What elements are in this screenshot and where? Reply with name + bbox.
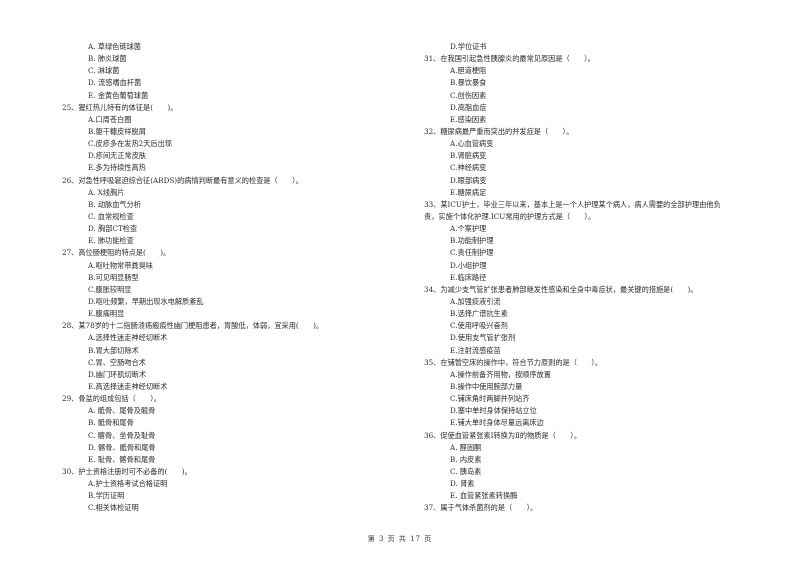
answer-option: A.个案护理 bbox=[450, 224, 487, 234]
answer-option: D.疹间无正常皮肤 bbox=[88, 151, 147, 161]
question-text: 36、促使血管紧张素Ⅰ转换为Ⅱ的物质是（ ）。 bbox=[424, 430, 582, 440]
question-text: 33、某ICU护士，毕业三年以来，基本上是一个人护理某个病人，病人需要的全部护理… bbox=[424, 199, 721, 209]
right-column: D.学位证书 31、在我国引起急性胰腺炎的最常见原因是（ ）。 A.胆道梗阻 B.暴饮… bbox=[424, 41, 774, 514]
answer-option: A.护士资格考试合格证明 bbox=[88, 479, 168, 489]
answer-option: A.操作前备齐用物，按顺序放置 bbox=[450, 369, 551, 379]
question-text: 28、某78岁的十二指肠溃疡瘢痕性幽门梗阻患者，胃酸低，体弱，宜采用( )。 bbox=[62, 321, 324, 331]
answer-option: D. 胸部CT检查 bbox=[88, 224, 138, 234]
answer-option: E. 耻骨、髂骨和尾骨 bbox=[88, 454, 156, 464]
answer-option: E.腹痛明显 bbox=[88, 309, 125, 319]
page-footer: 第 3 页 共 17 页 bbox=[367, 535, 433, 543]
answer-option: D.高脂血症 bbox=[450, 102, 487, 112]
answer-option: D. 髂骨、骶骨和尾骨 bbox=[88, 442, 156, 452]
answer-option: A.呕吐物常带粪臭味 bbox=[88, 260, 153, 270]
answer-option: C.腹胀较明显 bbox=[88, 284, 132, 294]
answer-option: B.暴饮暴食 bbox=[450, 78, 487, 88]
answer-option: D.小组护理 bbox=[450, 260, 487, 270]
answer-option: E.临床路径 bbox=[450, 272, 487, 282]
answer-option: A.胆道梗阻 bbox=[450, 66, 487, 76]
answer-option: A. 草绿色链球菌 bbox=[88, 42, 141, 51]
answer-option: C.相关体检证明 bbox=[88, 503, 139, 513]
left-column: A. 草绿色链球菌 B. 肺炎球菌 C. 淋球菌 D. 流感嗜血杆菌 E. 金黄色葡萄球… bbox=[62, 41, 397, 514]
answer-option: C.使用呼吸兴奋剂 bbox=[450, 321, 508, 331]
answer-option: B. 肺炎球菌 bbox=[88, 54, 127, 64]
question-text: 29、骨盆的组成包括（ ）。 bbox=[62, 394, 161, 404]
answer-option: E. 血管紧张素转换酶 bbox=[450, 491, 518, 501]
answer-option: D.眼部病变 bbox=[450, 175, 487, 185]
answer-option: B.功能制护理 bbox=[450, 236, 494, 246]
answer-option: A.心血管病变 bbox=[450, 139, 494, 149]
answer-option: A. X线胸片 bbox=[88, 187, 125, 197]
question-text: 30、护士资格注册时可不必备的( )。 bbox=[62, 466, 192, 476]
question-text: 25、猩红热儿特有的体征是( )。 bbox=[62, 102, 178, 112]
answer-option: B. 骶骨和尾骨 bbox=[88, 418, 134, 428]
answer-option: E.糖尿病足 bbox=[450, 187, 487, 197]
answer-option: C. 髂骨、坐骨及耻骨 bbox=[88, 430, 156, 440]
answer-option: D.呕吐频繁，早期出现水电解质紊乱 bbox=[88, 296, 204, 306]
answer-option: D.塞中单时身体保持站立位 bbox=[450, 406, 537, 416]
question-text: 27、高位肠梗阻的特点是( )。 bbox=[62, 248, 171, 258]
answer-option: B.操作中使用腕部力量 bbox=[450, 381, 523, 391]
question-text: 35、在铺暂空床的操作中，符合节力原则的是（ ）。 bbox=[424, 357, 603, 367]
question-text: 34、为减少支气管扩张患者肺部继发性感染和全身中毒症状，最关键的措施是( )。 bbox=[424, 284, 698, 294]
answer-option: B. 动脉血气分析 bbox=[88, 199, 141, 209]
question-text: 责，实施个体化护理.ICU常用的护理方式是（ ）。 bbox=[424, 211, 596, 221]
answer-option: A.选择性迷走神经切断术 bbox=[88, 333, 168, 343]
answer-option: C.胃、空肠吻合术 bbox=[88, 357, 146, 367]
question-text: 32、糖尿病最严重而突出的并发症是（ ）。 bbox=[424, 126, 574, 136]
question-text: 26、对急性呼吸窘迫综合征(ARDS)的病情判断最有意义的检查是（ ）。 bbox=[62, 175, 303, 185]
answer-option: C.皮疹多在发热2天后出现 bbox=[88, 139, 172, 149]
answer-option: C.神经病变 bbox=[450, 163, 487, 173]
answer-option: A. 醛固酮 bbox=[450, 442, 482, 452]
question-text: 31、在我国引起急性胰腺炎的最常见原因是（ ）。 bbox=[424, 54, 595, 64]
answer-option: B.肾脏病变 bbox=[450, 151, 487, 161]
answer-option: E.铺大单时身体尽量远离床边 bbox=[450, 418, 544, 428]
answer-option: E.多为持续性高热 bbox=[88, 163, 146, 173]
answer-option: D. 肾素 bbox=[450, 479, 475, 489]
answer-option: C. 胰岛素 bbox=[450, 466, 482, 476]
answer-option: A.口周苍白圈 bbox=[88, 114, 132, 124]
answer-option: B.躯干糠皮样脱屑 bbox=[88, 126, 146, 136]
answer-option: B.胃大部切除术 bbox=[88, 345, 139, 355]
answer-option: E.高选择迷走神经切断术 bbox=[88, 381, 168, 391]
answer-option: C.创伤因素 bbox=[450, 90, 487, 100]
answer-option: E.感染因素 bbox=[450, 114, 487, 124]
answer-option: D. 流感嗜血杆菌 bbox=[88, 78, 142, 88]
answer-option: E. 肺功能检查 bbox=[88, 236, 134, 246]
answer-option: B.选择广谱抗生素 bbox=[450, 309, 508, 319]
answer-option: D.学位证书 bbox=[450, 42, 487, 51]
answer-option: A. 骶骨、尾骨及髋骨 bbox=[88, 406, 156, 416]
answer-option: C. 血常规检查 bbox=[88, 211, 134, 221]
answer-option: C.责任制护理 bbox=[450, 248, 494, 258]
answer-option: B.学历证明 bbox=[88, 491, 125, 501]
answer-option: B.可见明显肠型 bbox=[88, 272, 139, 282]
answer-option: E. 金黄色葡萄球菌 bbox=[88, 90, 149, 100]
answer-option: D.幽门环肌切断术 bbox=[88, 369, 147, 379]
answer-option: B. 内皮素 bbox=[450, 454, 482, 464]
answer-option: C.铺床角时两脚并列站齐 bbox=[450, 394, 530, 404]
answer-option: E.注射流感疫苗 bbox=[450, 345, 501, 355]
question-text: 37、属于气体杀菌剂的是（ ）。 bbox=[424, 503, 538, 513]
answer-option: D.使用支气管扩张剂 bbox=[450, 333, 516, 343]
answer-option: A.加强痰液引流 bbox=[450, 296, 501, 306]
answer-option: C. 淋球菌 bbox=[88, 66, 120, 76]
